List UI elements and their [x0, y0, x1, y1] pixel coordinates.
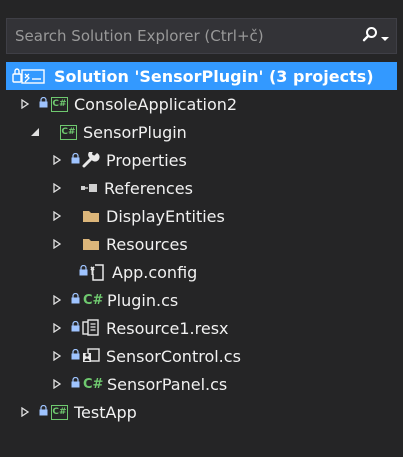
tree-item-properties[interactable]: Properties [6, 146, 397, 174]
tree-item-sensorpanel-cs[interactable]: C# SensorPanel.cs [6, 370, 397, 398]
solution-icon [10, 66, 48, 86]
csharp-project-icon: C# [51, 96, 68, 112]
tree-item-label: Properties [106, 150, 187, 170]
tree-item-label: Resources [106, 234, 188, 254]
lock-icon [38, 404, 48, 419]
tree-item-label: SensorControl.cs [106, 346, 241, 366]
lock-icon [70, 376, 80, 391]
csharp-project-icon: C# [51, 404, 68, 420]
lock-icon [38, 96, 48, 111]
expand-arrow-icon[interactable] [18, 405, 32, 419]
tree-item-consoleapplication2[interactable]: C# ConsoleApplication2 [6, 90, 397, 118]
lock-icon [70, 348, 80, 363]
tree-item-label: Plugin.cs [107, 290, 179, 310]
chevron-down-icon [380, 27, 389, 46]
tree-item-displayentities[interactable]: DisplayEntities [6, 202, 397, 230]
expand-arrow-icon[interactable] [50, 237, 64, 251]
config-file-icon [90, 263, 106, 281]
tree-item-label: SensorPanel.cs [107, 374, 228, 394]
tree-item-label: ConsoleApplication2 [74, 94, 238, 114]
tree-item-label: References [104, 178, 193, 198]
solution-explorer-panel: Search Solution Explorer (Ctrl+č) Soluti… [6, 18, 397, 451]
search-button[interactable] [354, 19, 396, 53]
expand-arrow-icon[interactable] [18, 97, 32, 111]
expand-arrow-icon[interactable] [50, 349, 64, 363]
expand-arrow-icon[interactable] [50, 377, 64, 391]
tree-item-sensorcontrol-cs[interactable]: SensorControl.cs [6, 342, 397, 370]
csharp-file-icon: C# [83, 292, 104, 308]
expand-arrow-icon[interactable] [50, 181, 64, 195]
expand-arrow-icon[interactable] [50, 321, 64, 335]
solution-tree: Solution 'SensorPlugin' (3 projects) C# … [6, 62, 397, 426]
tree-item-plugin-cs[interactable]: C# Plugin.cs [6, 286, 397, 314]
folder-icon [82, 209, 100, 223]
search-input[interactable]: Search Solution Explorer (Ctrl+č) [7, 27, 354, 45]
references-icon [80, 183, 98, 193]
collapse-arrow-icon[interactable] [28, 125, 42, 139]
tree-item-label: TestApp [74, 402, 137, 422]
tree-item-label: Resource1.resx [106, 318, 229, 338]
expand-arrow-icon[interactable] [50, 153, 64, 167]
lock-icon [70, 320, 80, 335]
search-icon [362, 26, 378, 46]
lock-icon [78, 264, 88, 279]
tree-item-label: DisplayEntities [106, 206, 225, 226]
csharp-file-icon: C# [83, 376, 104, 392]
expand-arrow-icon[interactable] [50, 209, 64, 223]
tree-item-references[interactable]: References [6, 174, 397, 202]
tree-item-solution[interactable]: Solution 'SensorPlugin' (3 projects) [6, 62, 397, 90]
folder-icon [82, 237, 100, 251]
tree-item-label: SensorPlugin [83, 122, 187, 142]
lock-icon [70, 292, 80, 307]
lock-icon [70, 152, 80, 167]
tree-item-label: Solution 'SensorPlugin' (3 projects) [54, 66, 374, 86]
tree-item-resource1-resx[interactable]: Resource1.resx [6, 314, 397, 342]
tree-item-label: App.config [112, 262, 198, 282]
tree-item-app-config[interactable]: App.config [6, 258, 397, 286]
csharp-project-icon: C# [60, 124, 77, 140]
tree-item-resources[interactable]: Resources [6, 230, 397, 258]
resource-file-icon [82, 319, 100, 337]
tree-item-sensorplugin[interactable]: C# SensorPlugin [6, 118, 397, 146]
search-bar[interactable]: Search Solution Explorer (Ctrl+č) [6, 18, 397, 54]
expand-arrow-icon[interactable] [50, 293, 64, 307]
wrench-icon [82, 152, 100, 168]
user-control-icon [82, 347, 100, 365]
tree-item-testapp[interactable]: C# TestApp [6, 398, 397, 426]
